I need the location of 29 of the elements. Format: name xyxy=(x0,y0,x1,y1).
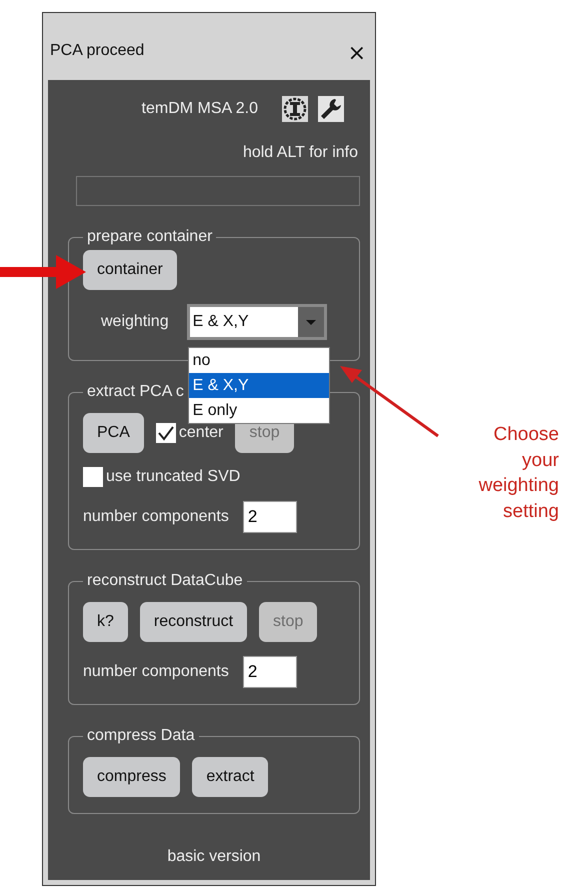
checkbox[interactable] xyxy=(156,423,176,443)
button[interactable]: k? xyxy=(83,602,128,642)
checkbox-label: center xyxy=(178,424,224,442)
dropdown-option[interactable]: E & X,Y xyxy=(188,373,329,398)
hint-text: hold ALT for info xyxy=(242,144,358,162)
checkbox[interactable] xyxy=(83,467,103,487)
group-title: reconstruct DataCube xyxy=(86,572,244,590)
field-label: number components xyxy=(83,508,229,526)
close-button[interactable]: × xyxy=(348,43,366,65)
group-title: extract PCA c xyxy=(86,383,185,401)
version-label: basic version xyxy=(166,848,262,867)
number-field[interactable]: 2 xyxy=(242,656,297,688)
wrench-icon[interactable] xyxy=(318,96,344,122)
checkbox-label: use truncated SVD xyxy=(106,468,240,486)
window-title: PCA proceed xyxy=(50,42,144,60)
field-label: weighting xyxy=(101,313,169,331)
button[interactable]: reconstruct xyxy=(140,602,248,642)
group-title: compress Data xyxy=(86,727,196,745)
number-field[interactable]: 2 xyxy=(242,501,297,533)
button[interactable]: container xyxy=(83,250,177,290)
dropdown-option[interactable]: no xyxy=(188,348,329,373)
field-label: number components xyxy=(83,663,229,681)
annotation-text: Choose your weighting setting xyxy=(478,423,560,524)
button[interactable]: PCA xyxy=(83,413,144,453)
app-title: temDM MSA 2.0 xyxy=(142,100,258,118)
info-icon[interactable] xyxy=(282,96,308,122)
button[interactable]: compress xyxy=(83,757,180,797)
group-title: prepare container xyxy=(86,228,214,246)
button[interactable]: extract xyxy=(192,757,268,797)
